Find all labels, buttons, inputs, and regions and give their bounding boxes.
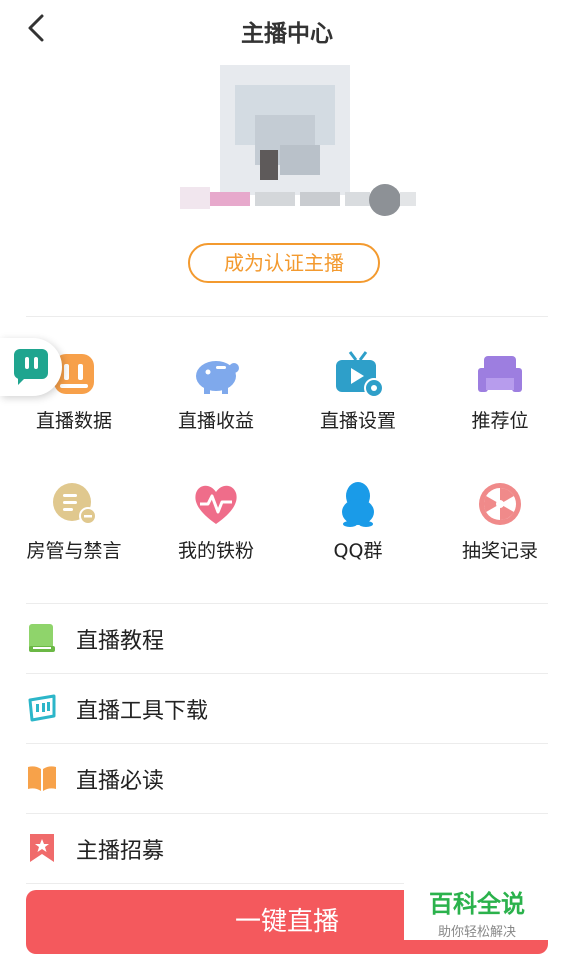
list-item-tutorial[interactable]: 直播教程: [26, 604, 548, 672]
bookmark-star-icon: [30, 834, 54, 862]
grid-item-label: 抽奖记录: [461, 540, 538, 562]
watermark-title: 百科全说: [429, 890, 525, 918]
grid-item-label: 我的铁粉: [177, 540, 254, 562]
list-item-must-read[interactable]: 直播必读: [26, 744, 548, 812]
list-item-label: 直播工具下载: [76, 699, 209, 724]
grid-item-iron-fans[interactable]: 我的铁粉: [146, 480, 286, 590]
tool-download-icon: [28, 694, 56, 722]
grid-item-label: 直播设置: [319, 410, 396, 432]
list-item-tool-download[interactable]: 直播工具下载: [26, 674, 548, 742]
list-item-recruit[interactable]: 主播招募: [26, 814, 548, 882]
page-title: 主播中心: [241, 21, 333, 47]
lottery-wheel-icon: [479, 483, 521, 525]
grid-item-live-settings[interactable]: 直播设置: [288, 350, 428, 460]
piggy-bank-icon: [196, 361, 239, 394]
watermark: 百科全说 助你轻松解决: [404, 880, 550, 940]
chat-mute-icon: [53, 483, 97, 525]
list-item-label: 主播招募: [76, 839, 165, 864]
divider: [26, 316, 548, 317]
grid-item-room-manage[interactable]: 房管与禁言: [4, 480, 144, 590]
grid-item-label: 直播收益: [177, 410, 254, 432]
chat-bubble-icon: [14, 349, 48, 385]
grid-item-qq-group[interactable]: QQ群: [288, 480, 428, 590]
certify-anchor-button[interactable]: 成为认证主播: [188, 243, 380, 283]
book-icon: [29, 624, 55, 652]
heart-pulse-icon: [195, 485, 237, 524]
grid-item-recommend[interactable]: 推荐位: [430, 350, 570, 460]
grid-item-lottery-record[interactable]: 抽奖记录: [430, 480, 570, 590]
watermark-subtitle: 助你轻松解决: [437, 925, 516, 940]
username-blurred: [180, 184, 416, 216]
grid-item-label: 直播数据: [35, 410, 112, 432]
grid-item-label: QQ群: [333, 540, 383, 562]
grid-item-label: 推荐位: [471, 410, 529, 432]
sofa-icon: [478, 356, 522, 392]
tv-settings-icon: [336, 351, 382, 398]
qq-penguin-icon: [342, 482, 374, 527]
header: 主播中心: [0, 0, 574, 58]
open-book-icon: [28, 766, 56, 791]
grid-item-label: 房管与禁言: [26, 540, 122, 562]
profile-area: [170, 60, 420, 230]
floating-assistant-button[interactable]: [0, 338, 62, 396]
grid-item-live-income[interactable]: 直播收益: [146, 350, 286, 460]
list-item-label: 直播必读: [76, 769, 165, 794]
list-item-label: 直播教程: [76, 629, 165, 654]
